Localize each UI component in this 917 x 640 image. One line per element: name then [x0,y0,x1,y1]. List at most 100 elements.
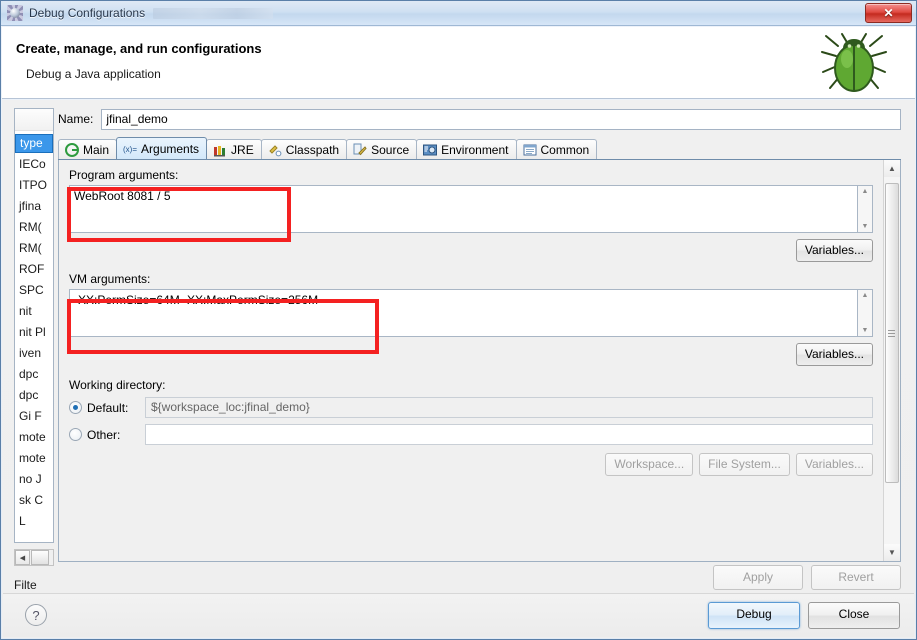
default-label: Default: [87,400,129,415]
tree-item[interactable]: dpc [15,385,53,406]
tree-item[interactable]: nit [15,301,53,322]
revert-button[interactable]: Revert [811,565,901,590]
tree-item[interactable]: Gi F [15,406,53,427]
filter-label: Filte [14,578,37,592]
working-directory-buttons: Workspace... File System... Variables... [69,453,873,476]
name-input[interactable] [101,108,901,130]
tree-item[interactable]: mote [15,448,53,469]
tab-label: Arguments [141,141,200,156]
tab-common[interactable]: Common [515,139,598,159]
window-close-button[interactable]: ✕ [865,3,912,23]
working-dir-variables-button[interactable]: Variables... [795,453,873,476]
tree-item[interactable]: iven [15,343,53,364]
scroll-left-icon[interactable]: ◀ [15,550,30,565]
tree-item[interactable]: ITPO [15,175,53,196]
scroll-down-icon[interactable]: ▼ [862,223,869,230]
scroll-down-icon[interactable]: ▼ [883,544,900,561]
tab-label: Source [371,142,410,157]
scroll-up-icon[interactable]: ▲ [862,292,869,299]
scroll-thumb[interactable] [31,550,49,565]
configuration-editor: Name: Main (x)= Arguments [58,108,901,562]
tree-item[interactable]: nit Pl [15,322,53,343]
tab-arguments[interactable]: (x)= Arguments [116,137,208,159]
name-label: Name: [58,112,94,126]
vm-arguments-scrollbar[interactable]: ▲ ▼ [858,289,873,337]
other-radio[interactable] [69,428,82,441]
tab-main[interactable]: Main [58,139,118,159]
workspace-button[interactable]: Workspace... [605,453,694,476]
scroll-track[interactable] [883,177,900,544]
tab-label: JRE [231,142,254,157]
tab-classpath[interactable]: Classpath [260,139,348,159]
vm-arguments-buttons: Variables... [69,343,873,366]
tree-item[interactable]: RM( [15,217,53,238]
scroll-thumb[interactable] [884,183,899,483]
footer-buttons: Debug Close [708,602,900,629]
java-main-icon [65,142,79,157]
title-bar: Debug Configurations ✕ [1,1,916,26]
arguments-content: Program arguments: WebRoot 8081 / 5 ▲ ▼ … [59,160,883,561]
close-button[interactable]: Close [808,602,900,629]
tree-item[interactable]: no J [15,469,53,490]
tree-item[interactable]: jfina [15,196,53,217]
arguments-tab-panel: Program arguments: WebRoot 8081 / 5 ▲ ▼ … [58,160,901,562]
vm-arguments-input[interactable]: -XX:PermSize=64M -XX:MaxPermSize=256M [69,289,858,337]
scroll-up-icon[interactable]: ▲ [862,188,869,195]
tree-item-selected[interactable]: type [15,134,53,153]
apply-revert-row: Apply Revert [713,565,901,590]
tree-item[interactable]: dpc [15,364,53,385]
tree-item-list: type IECo ITPO jfina RM( RM( ROF SPC nit… [15,131,53,532]
other-label: Other: [87,427,121,442]
default-radio[interactable] [69,401,82,414]
program-arguments-label: Program arguments: [69,168,179,182]
tree-item[interactable]: IECo [15,154,53,175]
tab-source[interactable]: Source [346,139,418,159]
tree-item[interactable]: ROF [15,259,53,280]
tab-label: Classpath [285,142,340,157]
tab-label: Main [83,142,110,157]
program-variables-button[interactable]: Variables... [795,239,873,262]
tree-item[interactable]: SPC [15,280,53,301]
program-arguments-row: WebRoot 8081 / 5 ▲ ▼ [69,185,873,233]
source-pencil-icon [353,143,367,155]
scroll-up-icon[interactable]: ▲ [883,160,900,177]
scroll-thumb-grip [888,329,895,337]
working-directory-default-row: Default: ${workspace_loc:jfinal_demo} [69,397,873,418]
tree-item[interactable]: sk C [15,490,53,511]
tree-item[interactable]: RM( [15,238,53,259]
program-arguments-input[interactable]: WebRoot 8081 / 5 [69,185,858,233]
tab-environment[interactable]: Environment [416,139,517,159]
debug-button[interactable]: Debug [708,602,800,629]
jre-library-icon [214,145,226,156]
tree-item[interactable]: L [15,511,53,532]
file-system-button[interactable]: File System... [699,453,790,476]
tree-item[interactable]: mote [15,427,53,448]
classpath-icon [269,144,282,156]
vm-variables-button[interactable]: Variables... [795,343,873,366]
working-directory-other-row: Other: [69,424,873,445]
tree-horizontal-scrollbar[interactable]: ◀ [14,549,54,566]
vm-arguments-label: VM arguments: [69,272,151,286]
scroll-down-icon[interactable]: ▼ [862,327,869,334]
tab-content-scrollbar[interactable]: ▲ ▼ [883,160,900,561]
help-icon[interactable]: ? [25,604,47,626]
svg-text:(x)=: (x)= [123,145,137,154]
tab-label: Environment [441,142,509,157]
tab-jre[interactable]: JRE [206,139,262,159]
dialog-footer: ? Debug Close [3,593,914,637]
other-directory-input[interactable] [145,424,873,445]
program-arguments-scrollbar[interactable]: ▲ ▼ [858,185,873,233]
vm-arguments-row: -XX:PermSize=64M -XX:MaxPermSize=256M ▲ … [69,289,873,337]
title-bar-ghost-text [153,7,274,19]
debug-configurations-dialog: Debug Configurations ✕ Create, manage, a… [0,0,917,640]
window-title: Debug Configurations [29,6,146,20]
configurations-tree[interactable]: type IECo ITPO jfina RM( RM( ROF SPC nit… [14,108,54,543]
dialog-body: type IECo ITPO jfina RM( RM( ROF SPC nit… [2,100,915,638]
common-window-icon [523,144,536,155]
default-directory-input: ${workspace_loc:jfinal_demo} [145,397,873,418]
working-directory-label: Working directory: [69,378,166,392]
tab-label: Common [540,142,590,157]
debug-configurations-icon [7,5,23,21]
program-arguments-buttons: Variables... [69,239,873,262]
apply-button[interactable]: Apply [713,565,803,590]
